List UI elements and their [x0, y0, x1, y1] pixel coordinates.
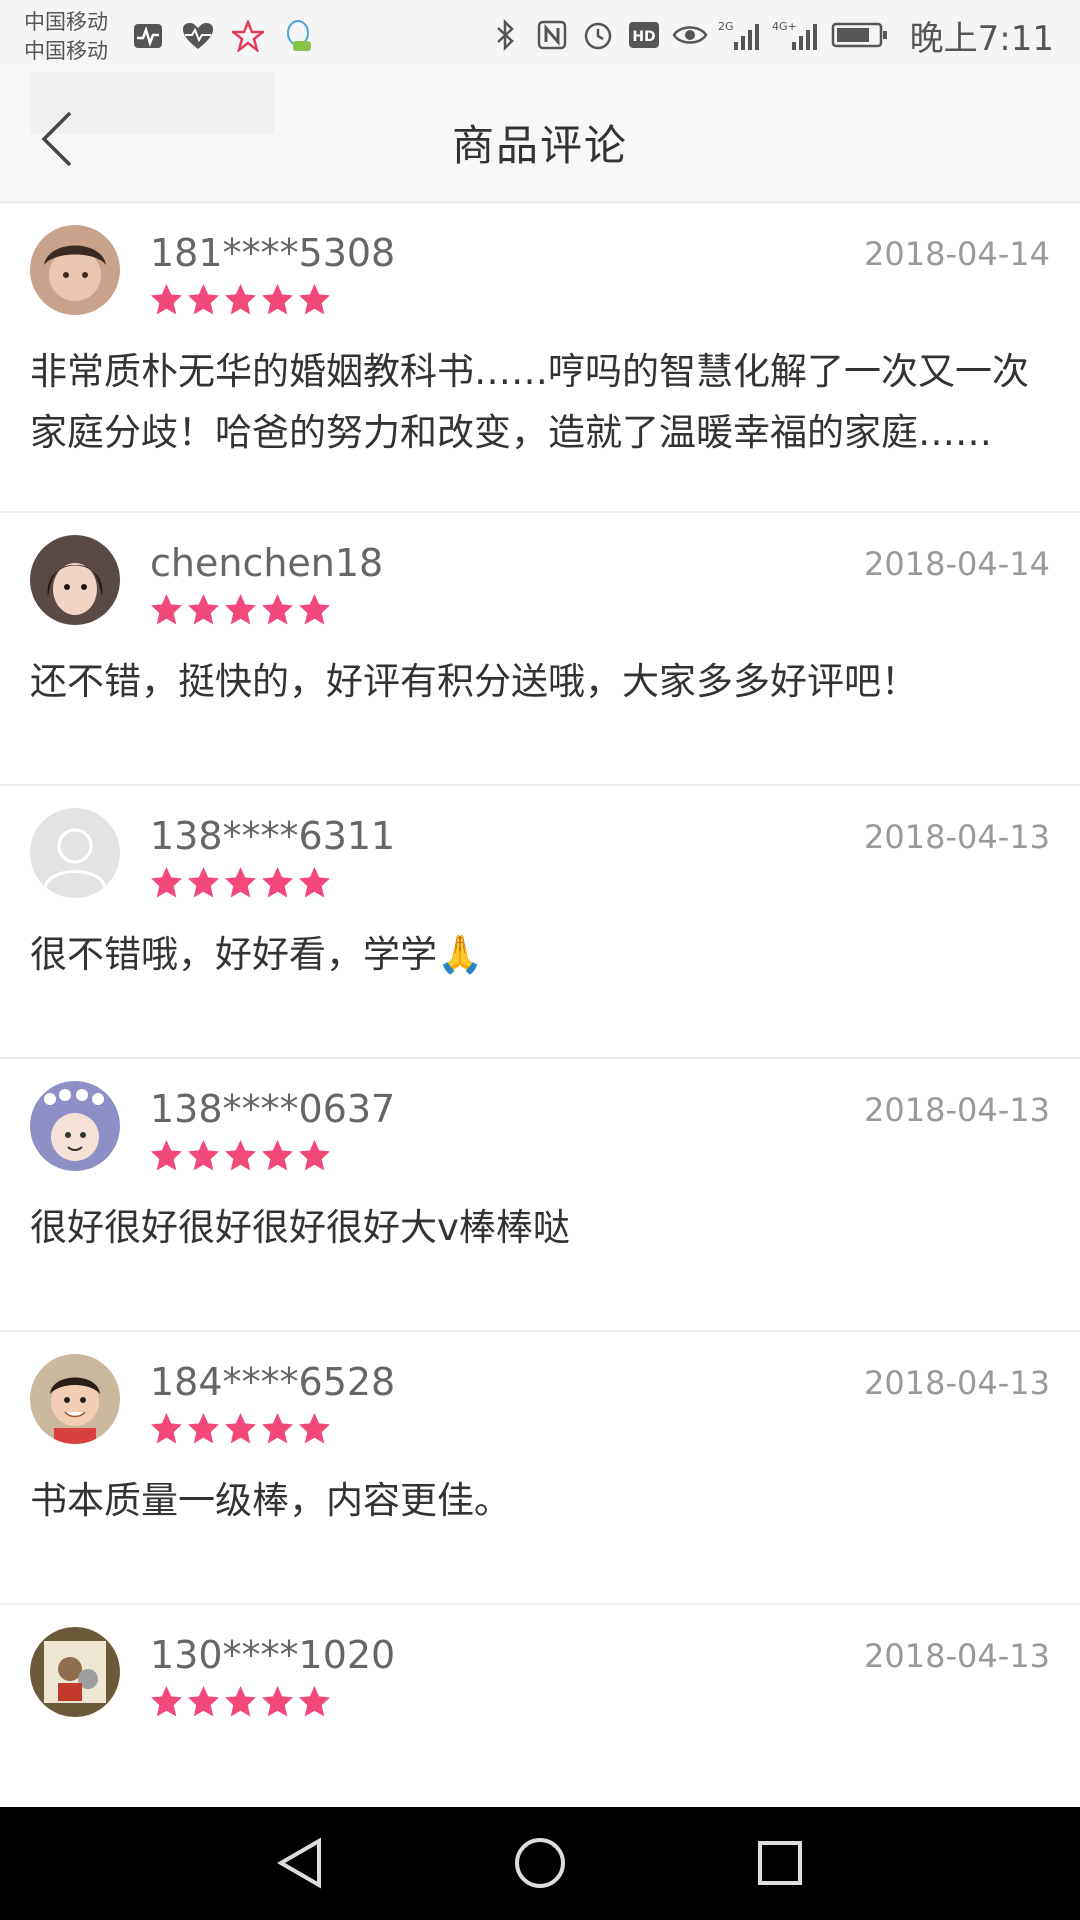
review-date: 2018-04-14 [864, 545, 1050, 583]
rating-stars [150, 1139, 331, 1172]
signal-2g-icon: 2G [718, 17, 762, 53]
carrier-labels: 中国移动 中国移动 [24, 8, 108, 66]
star-icon [225, 867, 256, 898]
avatar[interactable] [30, 535, 120, 625]
review-date: 2018-04-13 [864, 1091, 1050, 1129]
hd-label: HD [632, 29, 655, 45]
star-icon [299, 1413, 330, 1444]
system-status-icons: HD 2G 4G+ 晚上7:11 [488, 12, 1054, 59]
reviewer-name: 138****0637 [150, 1087, 396, 1131]
review-content: 书本质量一级棒，内容更佳。 [30, 1479, 511, 1522]
signal-4g-icon: 4G+ [772, 17, 820, 53]
star-icon [188, 867, 219, 898]
avatar[interactable] [30, 808, 120, 898]
review-item: 184****6528 2018-04-13 书本质量一级棒，内容更佳。 [0, 1332, 1080, 1605]
review-item: chenchen18 2018-04-14 还不错，挺快的，好评有积分送哦，大家… [0, 513, 1080, 786]
signal-4g-label: 4G+ [772, 20, 797, 33]
review-content: 很不错哦，好好看，学学🙏 [30, 933, 484, 976]
battery-icon [830, 17, 890, 53]
star-icon [225, 284, 256, 315]
nav-back-button[interactable] [270, 1833, 330, 1893]
carrier-1: 中国移动 [24, 10, 108, 34]
rating-stars [150, 283, 331, 316]
review-date: 2018-04-14 [864, 235, 1050, 273]
reviewer-name: 130****1020 [150, 1633, 396, 1677]
qq-icon [280, 18, 316, 54]
star-icon [299, 1140, 330, 1171]
rating-stars [150, 866, 331, 899]
review-item: 138****6311 2018-04-13 很不错哦，好好看，学学🙏 [0, 786, 1080, 1059]
app-header: 商品评论 [0, 70, 1080, 203]
star-icon [262, 1140, 293, 1171]
circle-home-icon [515, 1838, 565, 1888]
star-icon [262, 1686, 293, 1717]
review-item: 130****1020 2018-04-13 [0, 1605, 1080, 1765]
star-icon [151, 867, 182, 898]
system-nav-bar [0, 1807, 1080, 1920]
avatar[interactable] [30, 1354, 120, 1444]
review-content: 还不错，挺快的，好评有积分送哦，大家多多好评吧！ [30, 660, 918, 703]
status-bar: 中国移动 中国移动 HD 2G 4G+ 晚上7:11 [0, 0, 1080, 70]
signal-2g-label: 2G [718, 20, 734, 33]
star-icon [299, 1686, 330, 1717]
clock-time: 晚上7:11 [909, 18, 1054, 59]
star-icon [225, 1686, 256, 1717]
star-icon [262, 284, 293, 315]
star-icon [262, 867, 293, 898]
nav-home-button[interactable] [510, 1833, 570, 1893]
reviewer-name: 181****5308 [150, 231, 396, 275]
star-icon [188, 594, 219, 625]
carrier-2: 中国移动 [24, 39, 108, 63]
star-icon [188, 1413, 219, 1444]
star-icon [151, 1140, 182, 1171]
nav-recents-button[interactable] [750, 1833, 810, 1893]
reviewer-name: 138****6311 [150, 814, 396, 858]
nfc-icon [534, 17, 570, 53]
star-icon [262, 1413, 293, 1444]
star-icon [262, 594, 293, 625]
review-date: 2018-04-13 [864, 818, 1050, 856]
reviewer-name: chenchen18 [150, 541, 384, 585]
star-icon [188, 1686, 219, 1717]
avatar[interactable] [30, 225, 120, 315]
star-icon [151, 1686, 182, 1717]
star-icon [225, 1413, 256, 1444]
hd-icon: HD [626, 17, 662, 53]
eye-icon [672, 17, 708, 53]
star-icon [225, 1140, 256, 1171]
bluetooth-icon [488, 17, 524, 53]
triangle-back-icon [277, 1837, 321, 1889]
avatar[interactable] [30, 1627, 120, 1717]
rating-stars [150, 1685, 331, 1718]
page-title: 商品评论 [451, 121, 628, 170]
star-icon [151, 594, 182, 625]
review-list[interactable]: 181****5308 2018-04-14 非常质朴无华的婚姻教科书……哼吗的… [0, 203, 1080, 1765]
review-item: 138****0637 2018-04-13 很好很好很好很好很好大v棒棒哒 [0, 1059, 1080, 1332]
review-item: 181****5308 2018-04-14 非常质朴无华的婚姻教科书……哼吗的… [0, 203, 1080, 513]
star-icon [299, 594, 330, 625]
alarm-icon [580, 17, 616, 53]
review-content: 很好很好很好很好很好大v棒棒哒 [30, 1206, 570, 1249]
star-icon [188, 1140, 219, 1171]
star-icon [299, 867, 330, 898]
reviewer-name: 184****6528 [150, 1360, 396, 1404]
star-icon [151, 284, 182, 315]
star-icon [188, 284, 219, 315]
notification-icons [130, 18, 316, 54]
rating-stars [150, 1412, 331, 1445]
rating-stars [150, 593, 331, 626]
review-date: 2018-04-13 [864, 1637, 1050, 1675]
star-icon [151, 1413, 182, 1444]
square-recents-icon [758, 1841, 802, 1885]
review-date: 2018-04-13 [864, 1364, 1050, 1402]
review-content: 非常质朴无华的婚姻教科书……哼吗的智慧化解了一次又一次家庭分歧！哈爸的努力和改变… [30, 350, 1029, 454]
avatar[interactable] [30, 1081, 120, 1171]
star-icon [299, 284, 330, 315]
star-app-icon [230, 18, 266, 54]
pulse-icon [130, 18, 166, 54]
heartbeat-icon [180, 18, 216, 54]
star-icon [225, 594, 256, 625]
